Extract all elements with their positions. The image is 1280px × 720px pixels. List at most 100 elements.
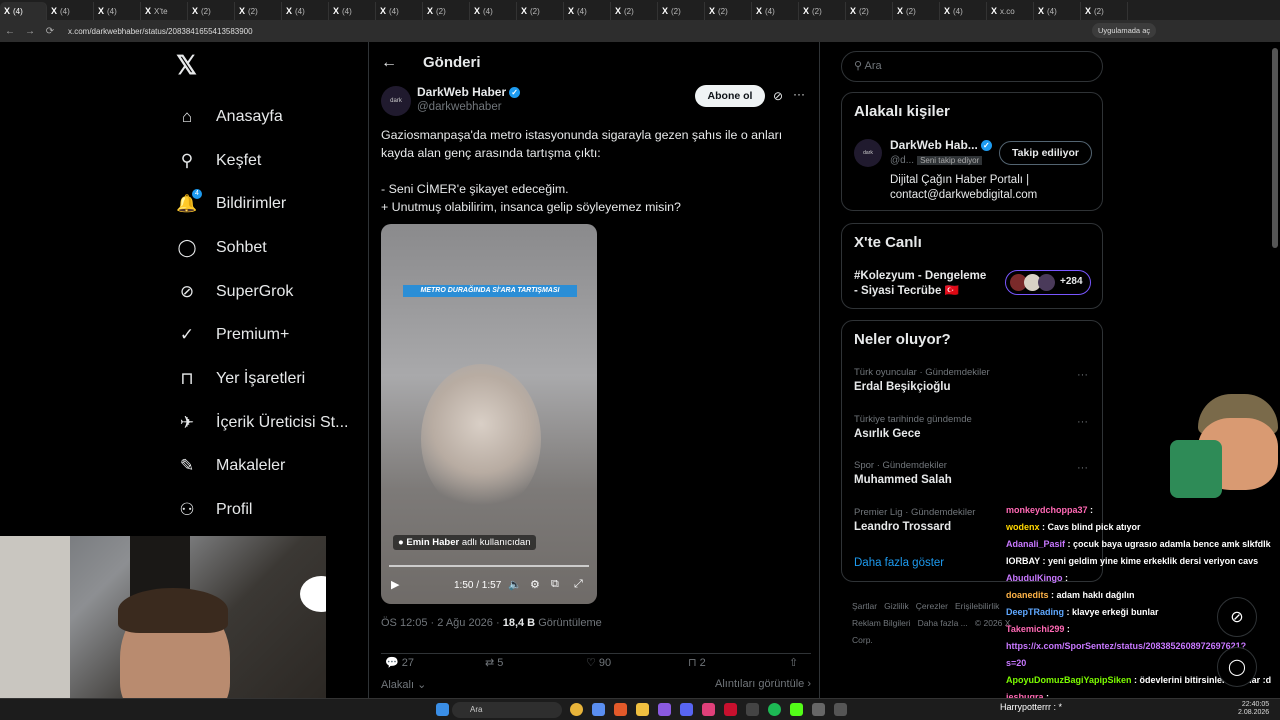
browser-tab[interactable]: X (2) <box>517 2 564 20</box>
footer-link[interactable]: Çerezler <box>916 601 948 611</box>
browser-tab[interactable]: X (2) <box>799 2 846 20</box>
chat-username[interactable]: Adanali_Pasif <box>1006 539 1065 549</box>
browser-tab[interactable]: X (4) <box>282 2 329 20</box>
browser-tab[interactable]: X (2) <box>658 2 705 20</box>
browser-tab[interactable]: X (2) <box>611 2 658 20</box>
footer-link[interactable]: Daha fazla ... <box>918 618 968 628</box>
chat-username[interactable]: IORBAY <box>1006 556 1040 566</box>
live-listeners-pill[interactable]: +284 <box>1005 270 1091 295</box>
nav-item-sohbet[interactable]: ◯ Sohbet <box>170 226 370 270</box>
app-icon[interactable] <box>834 703 847 716</box>
chat-username[interactable]: doanedits <box>1006 590 1049 600</box>
fullscreen-icon[interactable]: ⤢ <box>574 578 583 591</box>
more-icon[interactable]: ··· <box>1077 416 1088 428</box>
back-arrow-icon[interactable]: ← <box>381 54 397 72</box>
nav-item-premium-[interactable]: ✓ Premium+ <box>170 313 370 357</box>
discord-icon[interactable] <box>680 703 693 716</box>
browser-tab[interactable]: X (2) <box>705 2 752 20</box>
browser-tab[interactable]: X (2) <box>893 2 940 20</box>
volume-icon[interactable]: 🔈 <box>508 578 522 591</box>
more-icon[interactable]: ··· <box>793 87 805 101</box>
trend-item[interactable]: Türkiye tarihinde gündemde Asırlık Gece ··… <box>854 414 1094 440</box>
browser-tab[interactable]: X (2) <box>188 2 235 20</box>
now-playing[interactable]: Harrypotterrr : * <box>1000 702 1062 712</box>
x-logo[interactable]: 𝕏 <box>176 50 370 81</box>
browser-tab[interactable]: X (2) <box>235 2 282 20</box>
trend-item[interactable]: Türk oyuncular · Gündemdekiler Erdal Beşi… <box>854 367 1094 393</box>
chat-username[interactable]: DeepTRading <box>1006 607 1064 617</box>
pip-icon[interactable]: ⧉ <box>551 578 559 591</box>
reload-icon[interactable]: ⟳ <box>40 26 60 37</box>
reply-button[interactable]: 💬 27 <box>385 656 414 669</box>
author-handle[interactable]: @darkwebhaber <box>417 101 502 113</box>
messages-float-icon[interactable]: ◯ <box>1217 647 1257 687</box>
browser-tab[interactable]: X (4) <box>1034 2 1081 20</box>
app-icon[interactable] <box>790 703 803 716</box>
like-button[interactable]: ♡ 90 <box>586 656 611 669</box>
author-name[interactable]: DarkWeb Haber ✓ <box>417 85 521 99</box>
video-source-label[interactable]: ● Emin Haber adlı kullanıcıdan <box>393 535 536 550</box>
related-name[interactable]: DarkWeb Hab... ✓ <box>890 138 992 152</box>
taskbar-search[interactable]: Ara <box>452 702 562 718</box>
chat-username[interactable]: wodenx <box>1006 522 1040 532</box>
app-icon[interactable] <box>614 703 627 716</box>
footer-link[interactable]: Gizlilik <box>884 601 909 611</box>
open-in-app-button[interactable]: Uygulamada aç <box>1092 23 1157 38</box>
browser-tab[interactable]: X (4) <box>940 2 987 20</box>
browser-tab[interactable]: X (4) <box>94 2 141 20</box>
live-space-title[interactable]: #Kolezyum - Dengeleme - Siyasi Tecrübe 🇹… <box>854 269 1004 299</box>
related-handle[interactable]: @d... Seni takip ediyor <box>890 155 983 166</box>
author-avatar[interactable]: dark <box>381 86 411 116</box>
share-icon[interactable]: ⇧ <box>789 656 798 669</box>
app-icon[interactable] <box>592 703 605 716</box>
subscribe-button[interactable]: Abone ol <box>695 85 765 107</box>
chat-username[interactable]: Takemichi299 <box>1006 624 1064 634</box>
page-scrollbar[interactable] <box>1272 48 1278 248</box>
view-quotes-link[interactable]: Alıntıları görüntüle › <box>715 678 811 690</box>
nav-item-i-erik-reticisi-st-[interactable]: ✈ İçerik Üreticisi St... <box>170 401 370 445</box>
more-icon[interactable]: ··· <box>1077 369 1088 381</box>
forward-icon[interactable]: → <box>20 26 40 37</box>
search-input[interactable]: ⚲ Ara <box>841 51 1103 82</box>
grok-float-icon[interactable]: ⊘ <box>1217 597 1257 637</box>
browser-tab[interactable]: Xx.co <box>987 2 1034 20</box>
browser-tab[interactable]: X (4) <box>0 2 47 20</box>
nav-item-makaleler[interactable]: ✎ Makaleler <box>170 445 370 489</box>
app-icon[interactable] <box>724 703 737 716</box>
nav-item-profil[interactable]: ⚇ Profil <box>170 488 370 532</box>
nav-item-bildirimler[interactable]: 🔔 4 Bildirimler <box>170 182 370 226</box>
spotify-icon[interactable] <box>768 703 781 716</box>
nav-item-supergrok[interactable]: ⊘ SuperGrok <box>170 270 370 314</box>
more-icon[interactable]: ··· <box>1077 462 1088 474</box>
folder-icon[interactable] <box>636 703 649 716</box>
bookmark-button[interactable]: ⊓ 2 <box>688 656 706 669</box>
nav-item-yer-i-aretleri[interactable]: ⊓ Yer İşaretleri <box>170 357 370 401</box>
back-icon[interactable]: ← <box>0 26 20 37</box>
browser-tab[interactable]: X (4) <box>470 2 517 20</box>
trend-item[interactable]: Spor · Gündemdekiler Muhammed Salah ··· <box>854 460 1094 486</box>
nav-item-ke-fet[interactable]: ⚲ Keşfet <box>170 139 370 183</box>
related-avatar[interactable]: dark <box>854 139 882 167</box>
clock[interactable]: 22:40:05 2.08.2026 <box>1238 701 1269 717</box>
browser-tab[interactable]: X (4) <box>752 2 799 20</box>
chat-username[interactable]: ApoyuDomuzBagiYapipSiken <box>1006 675 1132 685</box>
play-icon[interactable]: ▶ <box>391 578 399 591</box>
browser-tab[interactable]: X (4) <box>47 2 94 20</box>
relevant-dropdown[interactable]: Alakalı ⌄ <box>381 679 426 691</box>
browser-tab[interactable]: X (2) <box>846 2 893 20</box>
browser-tab[interactable]: X (4) <box>564 2 611 20</box>
chat-username[interactable]: monkeydchoppa37 <box>1006 505 1088 515</box>
footer-link[interactable]: Reklam Bilgileri <box>852 618 911 628</box>
footer-link[interactable]: Şartlar <box>852 601 877 611</box>
following-button[interactable]: Takip ediliyor <box>999 141 1092 165</box>
browser-tab[interactable]: X (4) <box>376 2 423 20</box>
footer-link[interactable]: Erişilebilirlik <box>955 601 999 611</box>
app-icon[interactable] <box>746 703 759 716</box>
app-icon[interactable] <box>658 703 671 716</box>
video-player[interactable]: METRO DURAĞINDA Sİ'ARA TARTIŞMASI ● Emin… <box>381 224 597 604</box>
browser-tab[interactable]: X (2) <box>1081 2 1128 20</box>
browser-tab[interactable]: X X'te <box>141 2 188 20</box>
windows-start-icon[interactable] <box>436 703 449 716</box>
repost-button[interactable]: ⇄ 5 <box>485 656 503 669</box>
browser-tab[interactable]: X (4) <box>329 2 376 20</box>
